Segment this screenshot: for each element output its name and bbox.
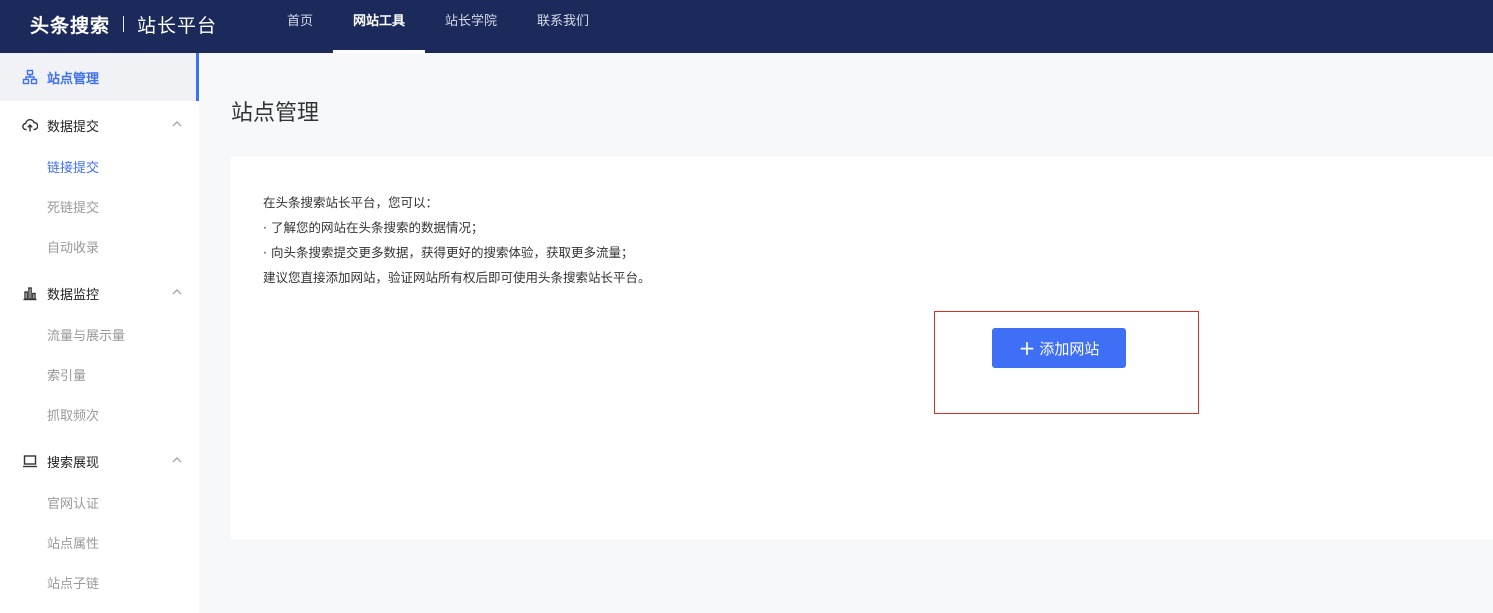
main-nav: 首页 网站工具 站长学院 联系我们 [267, 0, 609, 53]
sidebar-item-label: 站点管理 [47, 71, 100, 87]
sidebar-item-crawl-frequency[interactable]: 抓取频次 [0, 397, 199, 437]
brand-subtitle: 站长平台 [137, 14, 218, 37]
intro-line: 建议您直接添加网站，验证网站所有权后即可使用头条搜索站长平台。 [263, 270, 651, 285]
bar-chart-icon [22, 285, 38, 301]
page-title: 站点管理 [231, 101, 320, 126]
top-navbar: 头条搜索 站长平台 首页 网站工具 站长学院 联系我们 [0, 0, 1493, 53]
add-website-label: 添加网站 [1039, 339, 1100, 358]
sidebar-item-deadlink-submit[interactable]: 死链提交 [0, 189, 199, 229]
nav-site-tools[interactable]: 网站工具 [333, 0, 426, 53]
intro-line: · 了解您的网站在头条搜索的数据情况； [263, 220, 484, 235]
nav-contact[interactable]: 联系我们 [517, 0, 609, 53]
plus-icon: + [1018, 336, 1036, 360]
sidebar-group-label: 数据提交 [47, 119, 100, 135]
brand-logo[interactable]: 头条搜索 站长平台 [30, 0, 217, 48]
brand-name: 头条搜索 [30, 14, 111, 37]
laptop-icon [22, 453, 38, 469]
cloud-upload-icon [22, 117, 38, 133]
add-website-button[interactable]: + 添加网站 [992, 328, 1126, 368]
sidebar-group-data-submit[interactable]: 数据提交 [0, 101, 199, 149]
content-card: 在头条搜索站长平台，您可以： · 了解您的网站在头条搜索的数据情况； · 向头条… [231, 157, 1493, 539]
sitemap-icon [22, 69, 38, 85]
sidebar-item-site-sublinks[interactable]: 站点子链 [0, 565, 199, 605]
sidebar-group-label: 数据监控 [47, 287, 100, 303]
chevron-up-icon [172, 289, 182, 295]
sidebar-item-traffic[interactable]: 流量与展示量 [0, 317, 199, 357]
chevron-up-icon [172, 457, 182, 463]
chevron-up-icon [172, 121, 182, 127]
intro-line: 在头条搜索站长平台，您可以： [263, 195, 439, 210]
sidebar-item-index-count[interactable]: 索引量 [0, 357, 199, 397]
sidebar-item-link-submit[interactable]: 链接提交 [0, 149, 199, 189]
nav-home[interactable]: 首页 [267, 0, 333, 53]
sidebar-item-auto-index[interactable]: 自动收录 [0, 229, 199, 269]
nav-academy[interactable]: 站长学院 [425, 0, 517, 53]
sidebar-group-data-monitor[interactable]: 数据监控 [0, 269, 199, 317]
intro-line: · 向头条搜索提交更多数据，获得更好的搜索体验，获取更多流量； [263, 245, 634, 260]
sidebar: 站点管理 数据提交 链接提交 死链提交 自动收录 数据监控 流量与展示量 索引量… [0, 53, 199, 613]
sidebar-item-site-manage[interactable]: 站点管理 [0, 53, 199, 101]
sidebar-group-label: 搜索展现 [47, 455, 100, 471]
sidebar-item-official-cert[interactable]: 官网认证 [0, 485, 199, 525]
intro-text: 在头条搜索站长平台，您可以： · 了解您的网站在头条搜索的数据情况； · 向头条… [263, 190, 651, 290]
sidebar-item-site-attributes[interactable]: 站点属性 [0, 525, 199, 565]
brand-divider [123, 16, 125, 32]
sidebar-group-search-display[interactable]: 搜索展现 [0, 437, 199, 485]
